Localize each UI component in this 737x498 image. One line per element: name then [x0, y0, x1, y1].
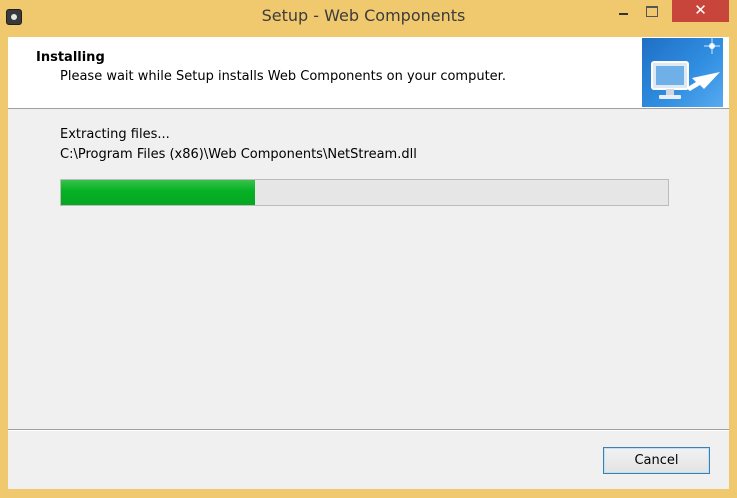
- footer-separator: [8, 429, 729, 431]
- maximize-button[interactable]: [639, 0, 665, 22]
- current-file-path: C:\Program Files (x86)\Web Components\Ne…: [60, 147, 417, 162]
- wizard-header: Installing Please wait while Setup insta…: [8, 37, 729, 109]
- computer-monitor-arrow-icon: [642, 38, 723, 107]
- close-button[interactable]: ✕: [672, 0, 729, 22]
- wizard-body: Installing Please wait while Setup insta…: [8, 37, 729, 489]
- status-label: Extracting files...: [60, 127, 170, 142]
- progress-fill: [61, 180, 256, 205]
- page-subtitle: Please wait while Setup installs Web Com…: [60, 69, 506, 84]
- minimize-button[interactable]: [610, 0, 636, 22]
- title-bar[interactable]: Setup - Web Components ✕: [0, 0, 737, 37]
- cancel-button[interactable]: Cancel: [603, 447, 710, 474]
- page-title: Installing: [36, 50, 105, 65]
- progress-bar: [60, 179, 669, 206]
- setup-window: Setup - Web Components ✕ Installing Plea…: [0, 0, 737, 498]
- close-icon: ✕: [694, 1, 707, 19]
